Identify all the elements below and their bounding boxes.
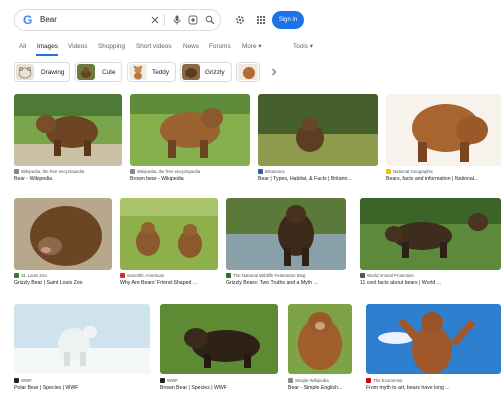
result-thumbnail[interactable] [14,304,150,374]
result-title[interactable]: From myth to art, bears have long ... [366,385,501,392]
result-thumbnail[interactable] [366,304,501,374]
result-thumbnail[interactable] [14,94,122,166]
favicon-icon [360,273,365,278]
image-result[interactable]: Wikipedia, the free encyclopedia Bear - … [14,94,122,188]
favicon-icon [226,273,231,278]
search-input[interactable]: Bear [40,14,57,26]
image-result[interactable]: The Economist From myth to art, bears ha… [366,304,501,398]
result-title[interactable]: Brown bear - Wikipedia [130,176,250,183]
search-bar[interactable]: G Bear [14,9,221,31]
search-tabs: All Images Videos Shopping Short videos … [0,42,503,54]
result-title[interactable]: Grizzly Bears: Two Truths and a Myth ... [226,280,346,287]
chip-label: Grizzly [205,69,225,76]
favicon-icon [386,169,391,174]
microphone-icon[interactable] [170,13,184,27]
result-title[interactable]: Why Are Bears' Friend-Shaped ... [120,280,218,287]
favicon-icon [14,169,19,174]
result-source: Wikipedia, the free encyclopedia [130,169,250,175]
chip-cute-thumbnail [77,64,95,80]
search-icon[interactable] [203,13,217,27]
favicon-icon [258,169,263,174]
result-title[interactable]: Polar Bear | Species | WWF [14,385,150,392]
result-thumbnail[interactable] [386,94,501,166]
tab-all[interactable]: All [19,42,26,52]
favicon-icon [14,273,19,278]
chip-more-image[interactable] [236,62,260,82]
chip-grizzly[interactable]: Grizzly [180,62,232,82]
image-result[interactable]: WWF Brown Bear | Species | WWF [160,304,278,398]
chevron-right-icon[interactable] [266,64,282,80]
result-thumbnail[interactable] [258,94,378,166]
chip-teddy[interactable]: Teddy [127,62,176,82]
result-thumbnail[interactable] [14,198,112,270]
image-result[interactable]: Britannica Bear | Types, Habitat, & Fact… [258,94,378,188]
chip-cute[interactable]: Cute [75,62,122,82]
settings-gear-icon[interactable] [233,13,247,27]
image-result[interactable]: Simple Wikipedia Bear - Simple English..… [288,304,352,398]
search-divider [164,14,165,26]
favicon-icon [120,273,125,278]
result-source: World Animal Protection [360,273,501,279]
result-thumbnail[interactable] [288,304,352,374]
chip-label: Cute [102,69,116,76]
result-source: National Geographic [386,169,501,175]
chip-drawing-thumbnail [16,64,34,80]
result-source: Simple Wikipedia [288,378,352,384]
favicon-icon [366,378,371,383]
chip-teddy-thumbnail [129,64,147,80]
result-thumbnail[interactable] [360,198,501,270]
image-result[interactable]: Scientific American Why Are Bears' Frien… [120,198,218,292]
camera-lens-icon[interactable] [186,13,200,27]
tab-shopping[interactable]: Shopping [98,42,125,52]
tab-images[interactable]: Images [37,42,58,52]
result-source: WWF [14,378,150,384]
chip-label: Drawing [41,69,65,76]
chip-label: Teddy [152,69,170,76]
result-source: St. Louis Zoo [14,273,112,279]
tab-forums[interactable]: Forums [209,42,231,52]
tab-news[interactable]: News [183,42,199,52]
image-result[interactable]: National Geographic Bears, facts and inf… [386,94,501,188]
result-title[interactable]: Brown Bear | Species | WWF [160,385,278,392]
chip-bear-thumbnail [238,64,258,80]
image-result[interactable]: WWF Polar Bear | Species | WWF [14,304,150,398]
result-title[interactable]: Bear | Types, Habitat, & Facts | Britann… [258,176,378,183]
chip-drawing[interactable]: Drawing [14,62,70,82]
sign-in-button[interactable]: Sign in [272,11,304,29]
result-title[interactable]: Bear - Wikipedia [14,176,122,183]
result-title[interactable]: Grizzly Bear | Saint Louis Zoo [14,280,112,287]
result-thumbnail[interactable] [130,94,250,166]
result-source: The Economist [366,378,501,384]
tab-more[interactable]: More ▾ [242,42,262,52]
result-source: Britannica [258,169,378,175]
result-source: WWF [160,378,278,384]
result-title[interactable]: 11 cool facts about bears | World ... [360,280,501,287]
image-result[interactable]: The National Wildlife Federation Blog Gr… [226,198,346,292]
result-thumbnail[interactable] [226,198,346,270]
favicon-icon [288,378,293,383]
favicon-icon [14,378,19,383]
result-title[interactable]: Bears, facts and information | National.… [386,176,501,183]
clear-icon[interactable] [148,13,162,27]
result-title[interactable]: Bear - Simple English... [288,385,352,392]
favicon-icon [130,169,135,174]
refinement-chips: Drawing Cute Teddy Grizzly [0,62,503,84]
chip-grizzly-thumbnail [182,64,200,80]
image-result[interactable]: Wikipedia, the free encyclopedia Brown b… [130,94,250,188]
result-source: The National Wildlife Federation Blog [226,273,346,279]
result-thumbnail[interactable] [160,304,278,374]
result-source: Scientific American [120,273,218,279]
favicon-icon [160,378,165,383]
google-logo: G [23,13,33,27]
image-result[interactable]: St. Louis Zoo Grizzly Bear | Saint Louis… [14,198,112,292]
tab-tools[interactable]: Tools ▾ [293,42,313,52]
tab-videos[interactable]: Videos [68,42,87,52]
result-thumbnail[interactable] [120,198,218,270]
apps-grid-icon[interactable] [254,13,268,27]
tab-short-videos[interactable]: Short videos [136,42,172,52]
result-source: Wikipedia, the free encyclopedia [14,169,122,175]
active-tab-indicator [36,54,58,56]
image-result[interactable]: World Animal Protection 11 cool facts ab… [360,198,501,292]
